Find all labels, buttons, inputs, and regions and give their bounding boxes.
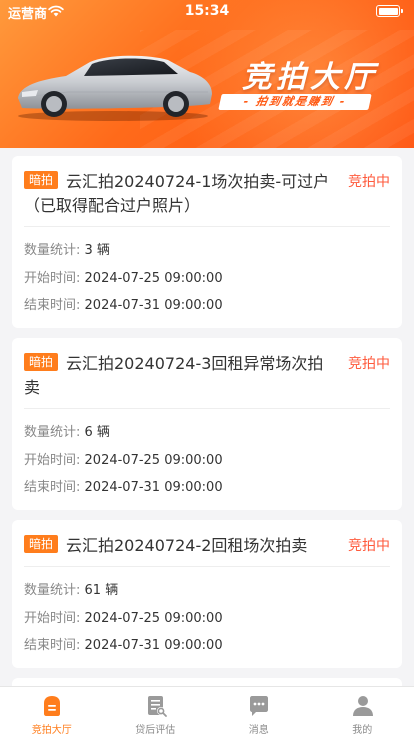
count-value: 6 辆 — [84, 425, 110, 440]
count-value: 61 辆 — [84, 583, 119, 598]
tab-label: 贷后评估 — [135, 725, 176, 736]
banner-slogan: - 拍到就是赚到 - — [218, 94, 372, 110]
count-label: 数量统计: — [24, 425, 81, 440]
start-time-label: 开始时间: — [24, 611, 81, 626]
message-bubble-icon — [250, 696, 268, 716]
tab-auction-hall[interactable]: 竞拍大厅 — [0, 687, 104, 736]
auction-type-tag: 暗拍 — [24, 353, 59, 371]
end-time-value: 2024-07-31 09:00:00 — [84, 638, 223, 653]
start-time-value: 2024-07-25 09:00:00 — [84, 453, 223, 468]
auction-card[interactable]: 云汇拍20240724-2回租场次拍卖 暗拍 竞拍中 数量统计: 61 辆 开始… — [12, 520, 402, 668]
auction-type-tag: 暗拍 — [24, 535, 59, 553]
end-time-label: 结束时间: — [24, 638, 81, 653]
card-divider — [24, 408, 390, 409]
count-label: 数量统计: — [24, 583, 81, 598]
start-time-value: 2024-07-25 09:00:00 — [84, 271, 223, 286]
end-time-row: 结束时间: 2024-07-31 09:00:00 — [24, 296, 223, 316]
card-divider — [24, 226, 390, 227]
end-time-row: 结束时间: 2024-07-31 09:00:00 — [24, 478, 223, 498]
header-banner: 运营商 15:34 竞拍大厅 - 拍到就是赚到 - — [0, 0, 414, 148]
end-time-value: 2024-07-31 09:00:00 — [84, 298, 223, 313]
auction-title: 云汇拍20240724-3回租异常场次拍卖 — [24, 354, 324, 397]
auction-card[interactable]: 云汇拍20240724-3回租异常场次拍卖 暗拍 竞拍中 数量统计: 6 辆 开… — [12, 338, 402, 510]
tab-label: 我的 — [352, 725, 373, 736]
banner-title: 竞拍大厅 — [242, 60, 378, 95]
start-time-row: 开始时间: 2024-07-25 09:00:00 — [24, 451, 223, 471]
end-time-value: 2024-07-31 09:00:00 — [84, 480, 223, 495]
card-divider — [24, 566, 390, 567]
auction-title: 云汇拍20240724-2回租场次拍卖 — [66, 536, 308, 555]
car-illustration — [17, 55, 212, 121]
start-time-label: 开始时间: — [24, 271, 81, 286]
auction-status: 竞拍中 — [348, 174, 390, 190]
end-time-row: 结束时间: 2024-07-31 09:00:00 — [24, 636, 223, 656]
count-row: 数量统计: 3 辆 — [24, 241, 110, 261]
end-time-label: 结束时间: — [24, 480, 81, 495]
count-label: 数量统计: — [24, 243, 81, 258]
tab-messages[interactable]: 消息 — [207, 687, 311, 736]
auction-title: 云汇拍20240724-1场次拍卖-可过户（已取得配合过户照片） — [24, 172, 330, 215]
start-time-row: 开始时间: 2024-07-25 09:00:00 — [24, 609, 223, 629]
count-value: 3 辆 — [84, 243, 110, 258]
start-time-row: 开始时间: 2024-07-25 09:00:00 — [24, 269, 223, 289]
tab-profile[interactable]: 我的 — [311, 687, 414, 736]
auction-status: 竞拍中 — [348, 356, 390, 372]
bottom-tab-bar: 竞拍大厅 贷后评估 消息 我的 — [0, 686, 414, 736]
auction-card[interactable]: 云汇拍20240724-1场次拍卖-可过户（已取得配合过户照片） 暗拍 竞拍中 … — [12, 156, 402, 328]
auction-type-tag: 暗拍 — [24, 171, 59, 189]
start-time-label: 开始时间: — [24, 453, 81, 468]
end-time-label: 结束时间: — [24, 298, 81, 313]
start-time-value: 2024-07-25 09:00:00 — [84, 611, 223, 626]
tab-label: 消息 — [248, 725, 269, 736]
tab-label: 竞拍大厅 — [31, 725, 72, 736]
auction-hall-icon — [44, 696, 60, 716]
auction-status: 竞拍中 — [348, 538, 390, 554]
status-time: 15:34 — [184, 3, 230, 19]
user-profile-icon — [352, 696, 373, 716]
battery-icon — [376, 5, 403, 17]
tab-post-loan-evaluation[interactable]: 贷后评估 — [104, 687, 208, 736]
count-row: 数量统计: 61 辆 — [24, 581, 118, 601]
status-bar: 运营商 15:34 — [0, 0, 414, 22]
evaluation-doc-icon — [147, 696, 167, 717]
count-row: 数量统计: 6 辆 — [24, 423, 110, 443]
